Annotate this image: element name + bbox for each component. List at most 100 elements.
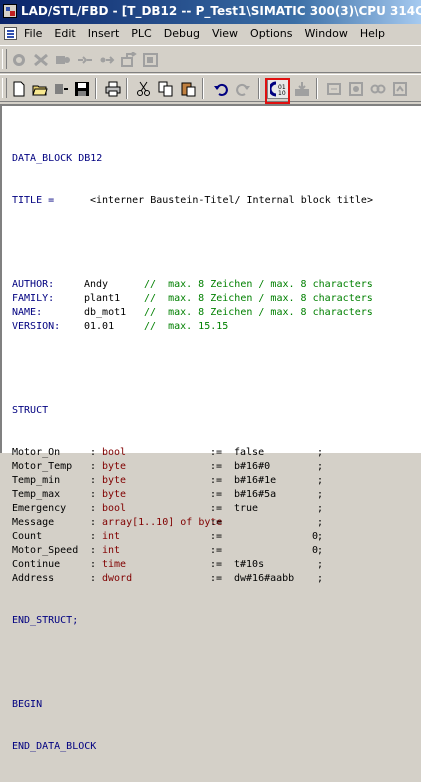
struct-field-line: Temp_max: byte:= b#16#5a;: [12, 488, 323, 502]
title-keyword: TITLE =: [12, 195, 55, 206]
block-icon[interactable]: [345, 78, 367, 99]
field-colon: :: [90, 503, 97, 514]
meta-key: AUTHOR:: [12, 279, 55, 290]
field-init: false: [234, 447, 265, 458]
field-name: Message: [12, 517, 55, 528]
paste-icon[interactable]: [177, 78, 199, 99]
field-colon: :: [90, 573, 97, 584]
field-type: array[1..10] of byte: [102, 517, 223, 528]
field-type: byte: [102, 489, 127, 500]
menu-insert[interactable]: Insert: [82, 27, 126, 40]
code-line: DATA_BLOCK DB12: [12, 153, 103, 164]
info-icon[interactable]: [389, 78, 411, 99]
field-semicolon: ;: [317, 545, 324, 556]
meta-comment: // max. 8 Zeichen / max. 8 characters: [144, 279, 373, 290]
source-code[interactable]: DATA_BLOCK DB12 TITLE = <interner Baustei…: [12, 124, 373, 782]
field-colon: :: [90, 447, 97, 458]
field-assign: :=: [210, 503, 223, 514]
meta-comment: // max. 8 Zeichen / max. 8 characters: [144, 307, 373, 318]
menu-help[interactable]: Help: [354, 27, 391, 40]
toolbar-separator: [202, 78, 204, 99]
field-semicolon: ;: [317, 461, 324, 472]
field-semicolon: ;: [317, 447, 324, 458]
menu-edit[interactable]: Edit: [48, 27, 81, 40]
toolbar-standard: 01 10: [0, 74, 421, 102]
struct-field-line: Count: int:= 0;: [12, 530, 323, 544]
field-assign: :=: [210, 517, 223, 528]
link-icon[interactable]: [74, 49, 96, 70]
print-icon[interactable]: [102, 78, 124, 99]
struct-field-line: Continue: time:= t#10s;: [12, 558, 323, 572]
menu-debug[interactable]: Debug: [158, 27, 206, 40]
field-semicolon: ;: [317, 531, 324, 542]
field-name: Emergency: [12, 503, 67, 514]
field-assign: :=: [210, 545, 223, 556]
field-assign: :=: [210, 531, 223, 542]
open-online-icon[interactable]: [50, 78, 72, 99]
code-line: NAME: db_mot1 // max. 8 Zeichen / max. 8 c…: [12, 306, 373, 320]
document-icon[interactable]: [4, 27, 17, 40]
new-icon[interactable]: [8, 78, 30, 99]
plc-accessible-nodes-icon[interactable]: [8, 49, 30, 70]
toolbar-separator: [258, 78, 260, 99]
open-online-icon[interactable]: [118, 49, 140, 70]
menu-view[interactable]: View: [206, 27, 244, 40]
field-assign: :=: [210, 475, 223, 486]
code-line: STRUCT: [12, 405, 49, 416]
app-icon[interactable]: [3, 4, 17, 18]
link-icon[interactable]: [367, 78, 389, 99]
field-colon: :: [90, 531, 97, 542]
code-editor[interactable]: DATA_BLOCK DB12 TITLE = <interner Baustei…: [0, 104, 421, 752]
open-icon[interactable]: [29, 78, 51, 99]
field-assign: :=: [210, 461, 223, 472]
field-init: b#16#5a: [234, 489, 277, 500]
code-line: AUTHOR: Andy // max. 8 Zeichen / max. 8 ch…: [12, 278, 373, 292]
meta-comment: // max. 8 Zeichen / max. 8 characters: [144, 293, 373, 304]
field-name: Temp_min: [12, 475, 61, 486]
save-icon[interactable]: [71, 78, 93, 99]
toolbar-separator: [316, 78, 318, 99]
monitor-icon[interactable]: [323, 78, 345, 99]
toolbar-separator: [126, 78, 128, 99]
field-init: dw#16#aabb: [234, 573, 295, 584]
field-name: Count: [12, 531, 43, 542]
meta-key: FAMILY:: [12, 293, 55, 304]
title-bar: LAD/STL/FBD - [T_DB12 -- P_Test1\SIMATIC…: [0, 0, 421, 24]
menu-plc[interactable]: PLC: [125, 27, 157, 40]
code-line: BEGIN: [12, 699, 43, 710]
module-info-icon[interactable]: [52, 49, 74, 70]
menu-window[interactable]: Window: [299, 27, 354, 40]
code-line: VERSION: 01.01 // max. 15.15: [12, 320, 228, 334]
title-value: <interner Baustein-Titel/ Internal block…: [90, 195, 373, 206]
field-assign: :=: [210, 573, 223, 584]
struct-field-line: Emergency: bool:= true;: [12, 502, 323, 516]
toolbar-grip[interactable]: [2, 78, 7, 98]
cut-icon[interactable]: [133, 78, 155, 99]
menu-options[interactable]: Options: [244, 27, 298, 40]
field-name: Address: [12, 573, 55, 584]
online-offline-icon[interactable]: [96, 49, 118, 70]
field-init: t#10s: [234, 559, 265, 570]
menu-file[interactable]: File: [18, 27, 48, 40]
disconnect-icon[interactable]: [30, 49, 52, 70]
field-name: Temp_max: [12, 489, 61, 500]
field-assign: :=: [210, 447, 223, 458]
field-type: time: [102, 559, 127, 570]
download-icon[interactable]: [291, 78, 313, 99]
field-init: true: [234, 503, 259, 514]
undo-icon[interactable]: [210, 78, 232, 99]
meta-value: 01.01: [84, 321, 115, 332]
field-name: Motor_Speed: [12, 545, 79, 556]
meta-value: db_mot1: [84, 307, 127, 318]
field-semicolon: ;: [317, 573, 324, 584]
redo-icon[interactable]: [232, 78, 254, 99]
window-icon[interactable]: [140, 49, 162, 70]
field-name: Continue: [12, 559, 61, 570]
toolbar-grip[interactable]: [2, 49, 7, 69]
window-title: LAD/STL/FBD - [T_DB12 -- P_Test1\SIMATIC…: [21, 4, 421, 18]
field-init: b#16#0: [234, 461, 271, 472]
copy-icon[interactable]: [155, 78, 177, 99]
field-init: b#16#1e: [234, 475, 277, 486]
field-semicolon: ;: [317, 489, 324, 500]
